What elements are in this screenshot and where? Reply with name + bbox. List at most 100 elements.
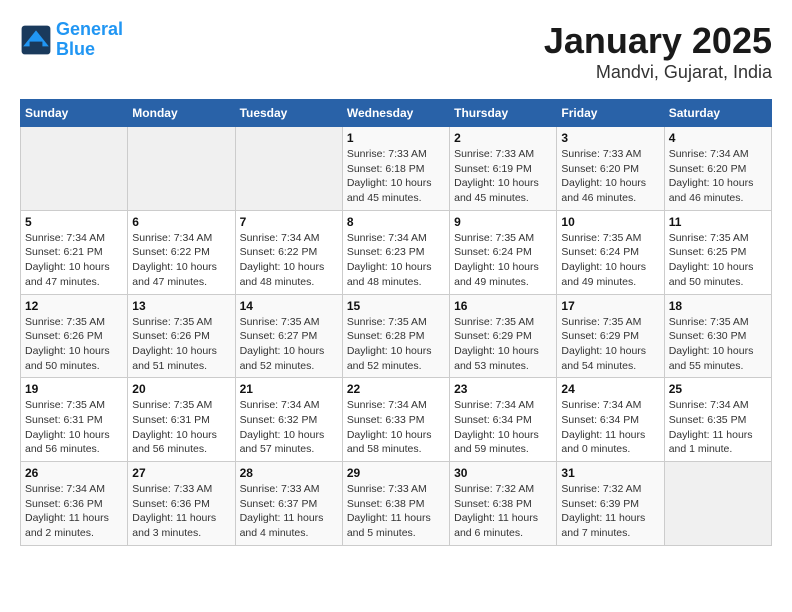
calendar-cell: 21 Sunrise: 7:34 AM Sunset: 6:32 PM Dayli…	[235, 378, 342, 462]
day-number: 8	[347, 215, 445, 229]
weekday-header-row: SundayMondayTuesdayWednesdayThursdayFrid…	[21, 100, 772, 127]
calendar-cell: 12 Sunrise: 7:35 AM Sunset: 6:26 PM Dayli…	[21, 294, 128, 378]
day-info: Sunrise: 7:35 AM Sunset: 6:31 PM Dayligh…	[25, 398, 123, 457]
day-number: 13	[132, 299, 230, 313]
day-info: Sunrise: 7:34 AM Sunset: 6:21 PM Dayligh…	[25, 231, 123, 290]
calendar-cell: 6Sunrise: 7:34 AM Sunset: 6:22 PM Daylig…	[128, 210, 235, 294]
day-info: Sunrise: 7:33 AM Sunset: 6:19 PM Dayligh…	[454, 147, 552, 206]
day-info: Sunrise: 7:33 AM Sunset: 6:38 PM Dayligh…	[347, 482, 445, 541]
day-info: Sunrise: 7:34 AM Sunset: 6:35 PM Dayligh…	[669, 398, 767, 457]
day-number: 23	[454, 382, 552, 396]
calendar-cell: 26 Sunrise: 7:34 AM Sunset: 6:36 PM Dayli…	[21, 462, 128, 546]
day-number: 29	[347, 466, 445, 480]
calendar-cell: 23 Sunrise: 7:34 AM Sunset: 6:34 PM Dayli…	[450, 378, 557, 462]
calendar-cell: 17 Sunrise: 7:35 AM Sunset: 6:29 PM Dayli…	[557, 294, 664, 378]
day-number: 21	[240, 382, 338, 396]
calendar-cell: 30 Sunrise: 7:32 AM Sunset: 6:38 PM Dayli…	[450, 462, 557, 546]
logo-icon	[20, 24, 52, 56]
calendar-week-5: 26 Sunrise: 7:34 AM Sunset: 6:36 PM Dayli…	[21, 462, 772, 546]
calendar-week-4: 19 Sunrise: 7:35 AM Sunset: 6:31 PM Dayli…	[21, 378, 772, 462]
day-number: 26	[25, 466, 123, 480]
calendar-week-1: 1Sunrise: 7:33 AM Sunset: 6:18 PM Daylig…	[21, 127, 772, 211]
weekday-header-saturday: Saturday	[664, 100, 771, 127]
day-info: Sunrise: 7:35 AM Sunset: 6:28 PM Dayligh…	[347, 315, 445, 374]
day-number: 2	[454, 131, 552, 145]
day-info: Sunrise: 7:35 AM Sunset: 6:29 PM Dayligh…	[561, 315, 659, 374]
day-info: Sunrise: 7:35 AM Sunset: 6:29 PM Dayligh…	[454, 315, 552, 374]
calendar-cell: 31 Sunrise: 7:32 AM Sunset: 6:39 PM Dayli…	[557, 462, 664, 546]
day-info: Sunrise: 7:34 AM Sunset: 6:34 PM Dayligh…	[561, 398, 659, 457]
day-info: Sunrise: 7:35 AM Sunset: 6:24 PM Dayligh…	[561, 231, 659, 290]
calendar-cell: 24 Sunrise: 7:34 AM Sunset: 6:34 PM Dayli…	[557, 378, 664, 462]
calendar-cell: 11 Sunrise: 7:35 AM Sunset: 6:25 PM Dayli…	[664, 210, 771, 294]
day-info: Sunrise: 7:34 AM Sunset: 6:22 PM Dayligh…	[132, 231, 230, 290]
page-header: General Blue January 2025 Mandvi, Gujara…	[20, 20, 772, 83]
calendar-cell: 9 Sunrise: 7:35 AM Sunset: 6:24 PM Daylig…	[450, 210, 557, 294]
calendar-cell: 25 Sunrise: 7:34 AM Sunset: 6:35 PM Dayli…	[664, 378, 771, 462]
day-number: 15	[347, 299, 445, 313]
calendar-cell: 27Sunrise: 7:33 AM Sunset: 6:36 PM Dayli…	[128, 462, 235, 546]
calendar-cell: 5 Sunrise: 7:34 AM Sunset: 6:21 PM Daylig…	[21, 210, 128, 294]
day-number: 16	[454, 299, 552, 313]
day-info: Sunrise: 7:34 AM Sunset: 6:23 PM Dayligh…	[347, 231, 445, 290]
calendar-cell: 28Sunrise: 7:33 AM Sunset: 6:37 PM Dayli…	[235, 462, 342, 546]
calendar-table: SundayMondayTuesdayWednesdayThursdayFrid…	[20, 99, 772, 546]
day-number: 18	[669, 299, 767, 313]
day-number: 3	[561, 131, 659, 145]
day-number: 11	[669, 215, 767, 229]
day-number: 4	[669, 131, 767, 145]
calendar-week-3: 12 Sunrise: 7:35 AM Sunset: 6:26 PM Dayli…	[21, 294, 772, 378]
calendar-cell: 20Sunrise: 7:35 AM Sunset: 6:31 PM Dayli…	[128, 378, 235, 462]
weekday-header-thursday: Thursday	[450, 100, 557, 127]
day-info: Sunrise: 7:32 AM Sunset: 6:39 PM Dayligh…	[561, 482, 659, 541]
day-number: 27	[132, 466, 230, 480]
calendar-cell	[128, 127, 235, 211]
logo-text: General Blue	[56, 20, 123, 60]
calendar-cell	[21, 127, 128, 211]
day-number: 25	[669, 382, 767, 396]
day-number: 14	[240, 299, 338, 313]
day-number: 7	[240, 215, 338, 229]
calendar-cell	[664, 462, 771, 546]
day-number: 17	[561, 299, 659, 313]
day-number: 30	[454, 466, 552, 480]
calendar-cell: 8 Sunrise: 7:34 AM Sunset: 6:23 PM Daylig…	[342, 210, 449, 294]
day-info: Sunrise: 7:34 AM Sunset: 6:20 PM Dayligh…	[669, 147, 767, 206]
day-info: Sunrise: 7:35 AM Sunset: 6:31 PM Dayligh…	[132, 398, 230, 457]
calendar-cell	[235, 127, 342, 211]
day-number: 9	[454, 215, 552, 229]
day-info: Sunrise: 7:34 AM Sunset: 6:36 PM Dayligh…	[25, 482, 123, 541]
day-number: 10	[561, 215, 659, 229]
weekday-header-friday: Friday	[557, 100, 664, 127]
day-number: 12	[25, 299, 123, 313]
day-info: Sunrise: 7:34 AM Sunset: 6:32 PM Dayligh…	[240, 398, 338, 457]
day-info: Sunrise: 7:35 AM Sunset: 6:26 PM Dayligh…	[25, 315, 123, 374]
day-info: Sunrise: 7:35 AM Sunset: 6:24 PM Dayligh…	[454, 231, 552, 290]
day-info: Sunrise: 7:33 AM Sunset: 6:37 PM Dayligh…	[240, 482, 338, 541]
day-number: 5	[25, 215, 123, 229]
day-number: 31	[561, 466, 659, 480]
day-number: 19	[25, 382, 123, 396]
calendar-cell: 14 Sunrise: 7:35 AM Sunset: 6:27 PM Dayli…	[235, 294, 342, 378]
title-block: January 2025 Mandvi, Gujarat, India	[544, 20, 772, 83]
day-info: Sunrise: 7:34 AM Sunset: 6:34 PM Dayligh…	[454, 398, 552, 457]
day-info: Sunrise: 7:32 AM Sunset: 6:38 PM Dayligh…	[454, 482, 552, 541]
calendar-cell: 15 Sunrise: 7:35 AM Sunset: 6:28 PM Dayli…	[342, 294, 449, 378]
calendar-cell: 1Sunrise: 7:33 AM Sunset: 6:18 PM Daylig…	[342, 127, 449, 211]
day-info: Sunrise: 7:35 AM Sunset: 6:27 PM Dayligh…	[240, 315, 338, 374]
calendar-cell: 29 Sunrise: 7:33 AM Sunset: 6:38 PM Dayli…	[342, 462, 449, 546]
weekday-header-tuesday: Tuesday	[235, 100, 342, 127]
day-info: Sunrise: 7:35 AM Sunset: 6:26 PM Dayligh…	[132, 315, 230, 374]
calendar-subtitle: Mandvi, Gujarat, India	[544, 62, 772, 83]
weekday-header-wednesday: Wednesday	[342, 100, 449, 127]
calendar-cell: 19 Sunrise: 7:35 AM Sunset: 6:31 PM Dayli…	[21, 378, 128, 462]
day-number: 22	[347, 382, 445, 396]
calendar-week-2: 5 Sunrise: 7:34 AM Sunset: 6:21 PM Daylig…	[21, 210, 772, 294]
day-info: Sunrise: 7:33 AM Sunset: 6:18 PM Dayligh…	[347, 147, 445, 206]
calendar-cell: 22Sunrise: 7:34 AM Sunset: 6:33 PM Dayli…	[342, 378, 449, 462]
day-number: 24	[561, 382, 659, 396]
day-info: Sunrise: 7:35 AM Sunset: 6:30 PM Dayligh…	[669, 315, 767, 374]
calendar-cell: 3Sunrise: 7:33 AM Sunset: 6:20 PM Daylig…	[557, 127, 664, 211]
calendar-cell: 16 Sunrise: 7:35 AM Sunset: 6:29 PM Dayli…	[450, 294, 557, 378]
day-info: Sunrise: 7:35 AM Sunset: 6:25 PM Dayligh…	[669, 231, 767, 290]
